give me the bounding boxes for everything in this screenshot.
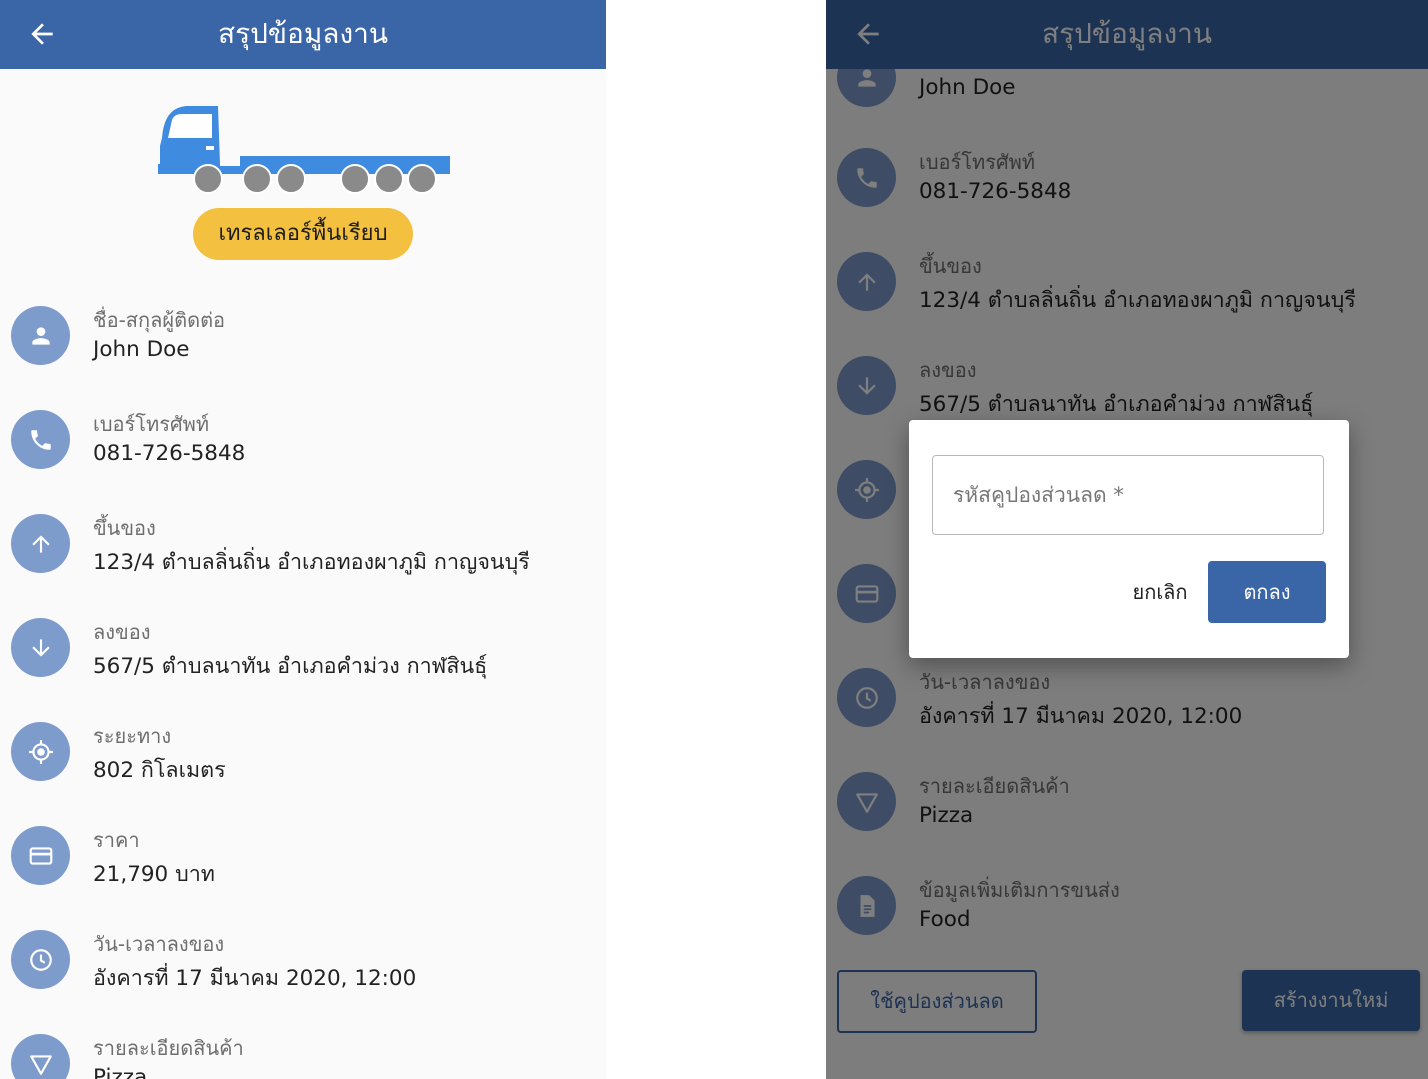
flatbed-trailer-truck-icon [158, 106, 450, 194]
arrow-down-icon [11, 618, 70, 677]
detail-label: ลงของ [93, 620, 151, 644]
detail-label: ชื่อ-สกุลผู้ติดต่อ [93, 308, 226, 332]
ok-button[interactable]: ตกลง [1208, 561, 1326, 623]
phone-icon [11, 410, 70, 469]
person-icon [11, 306, 70, 365]
arrow-up-icon [11, 514, 70, 573]
detail-label: เบอร์โทรศัพท์ [93, 412, 210, 436]
detail-value: 802 กิโลเมตร [93, 758, 226, 783]
credit-card-icon [11, 826, 70, 885]
detail-value: 567/5 ตำบลนาทัน อำเภอคำม่วง กาฬสินธุ์ [93, 654, 488, 679]
coupon-code-field [932, 455, 1324, 535]
triangle-down-icon [11, 1034, 70, 1079]
page-title: สรุปข้อมูลงาน [217, 17, 388, 50]
detail-value: John Doe [93, 337, 190, 362]
coupon-dialog: ยกเลิก ตกลง [909, 420, 1349, 658]
detail-value: Pizza [93, 1065, 148, 1079]
detail-label: ขึ้นของ [93, 516, 156, 540]
detail-label: ระยะทาง [93, 724, 172, 748]
detail-label: ราคา [93, 828, 140, 852]
vehicle-type-badge: เทรลเลอร์พื้นเรียบ [193, 208, 413, 260]
detail-value: 123/4 ตำบลลิ่นถิ่น อำเภอทองผาภูมิ กาญจนบ… [93, 550, 530, 575]
clock-icon [11, 930, 70, 989]
detail-value: 21,790 บาท [93, 862, 215, 887]
detail-label: รายละเอียดสินค้า [93, 1036, 244, 1060]
detail-value: อังคารที่ 17 มีนาคม 2020, 12:00 [93, 966, 417, 991]
cancel-button[interactable]: ยกเลิก [1119, 561, 1201, 623]
detail-value: 081-726-5848 [93, 441, 246, 466]
detail-label: วัน-เวลาลงของ [93, 932, 225, 956]
location-target-icon [11, 722, 70, 781]
job-summary-screen: สรุปข้อมูลงาน เทรลเลอร์พื้นเรียบ ชื่อ-สก… [0, 0, 606, 1079]
coupon-code-input[interactable] [951, 456, 1305, 534]
app-bar: สรุปข้อมูลงาน [0, 0, 606, 69]
job-summary-screen-with-coupon-dialog: John Doe เบอร์โทรศัพท์ 081-726-5848 ขึ้น… [826, 0, 1428, 1079]
